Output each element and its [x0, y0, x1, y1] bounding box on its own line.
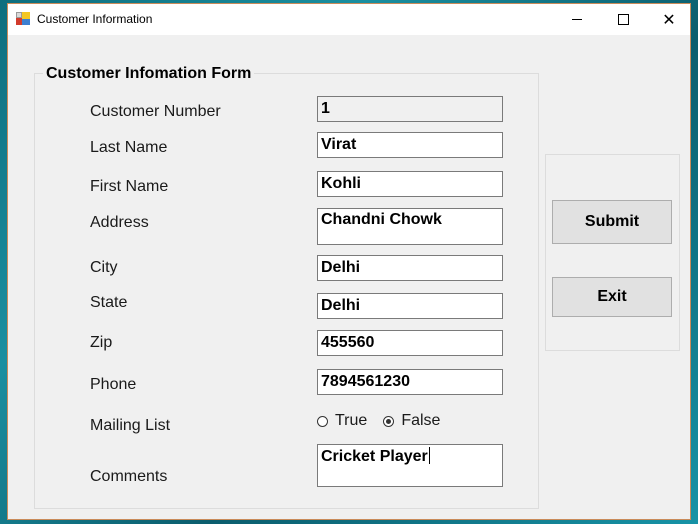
exit-button[interactable]: Exit — [552, 277, 672, 317]
first-name-field[interactable] — [317, 171, 503, 197]
mailing-list-true-label: True — [335, 412, 368, 429]
radio-unchecked-icon — [317, 415, 328, 427]
last-name-field[interactable] — [317, 132, 503, 158]
customer-number-label: Customer Number — [90, 103, 221, 120]
mailing-list-false-radio[interactable]: False — [383, 412, 440, 430]
comments-field[interactable]: Cricket Player — [317, 444, 503, 487]
address-field[interactable]: Chandni Chowk — [317, 208, 503, 245]
state-field[interactable] — [317, 293, 503, 319]
first-name-label: First Name — [90, 178, 169, 195]
mailing-list-false-label: False — [401, 412, 441, 429]
customer-number-field[interactable] — [317, 96, 503, 122]
maximize-icon — [617, 14, 629, 25]
close-icon: ✕ — [662, 9, 676, 29]
minimize-button[interactable] — [554, 4, 600, 35]
city-field[interactable] — [317, 255, 503, 281]
submit-button[interactable]: Submit — [552, 200, 672, 244]
city-label: City — [90, 259, 118, 276]
close-button[interactable]: ✕ — [646, 4, 692, 35]
customer-information-window: Customer Information ✕ Customer Infomati… — [7, 3, 691, 520]
text-cursor — [428, 447, 430, 464]
mailing-list-true-radio[interactable]: True — [317, 412, 367, 430]
window-title: Customer Information — [37, 12, 153, 26]
minimize-icon — [572, 19, 582, 20]
zip-label: Zip — [90, 334, 113, 351]
address-label: Address — [90, 214, 149, 231]
comments-text: Cricket Player — [321, 448, 428, 465]
last-name-label: Last Name — [90, 139, 168, 156]
maximize-button[interactable] — [600, 4, 646, 35]
zip-field[interactable] — [317, 330, 503, 356]
phone-field[interactable] — [317, 369, 503, 395]
mailing-list-radio-group: True False — [317, 412, 456, 430]
form-group-title: Customer Infomation Form — [43, 65, 255, 83]
phone-label: Phone — [90, 376, 137, 393]
state-label: State — [90, 294, 128, 311]
button-panel — [545, 154, 680, 351]
mailing-list-label: Mailing List — [90, 417, 171, 434]
form-app-icon — [16, 12, 30, 25]
title-bar[interactable]: Customer Information ✕ — [8, 4, 690, 35]
radio-checked-icon — [383, 415, 395, 427]
comments-label: Comments — [90, 468, 168, 485]
